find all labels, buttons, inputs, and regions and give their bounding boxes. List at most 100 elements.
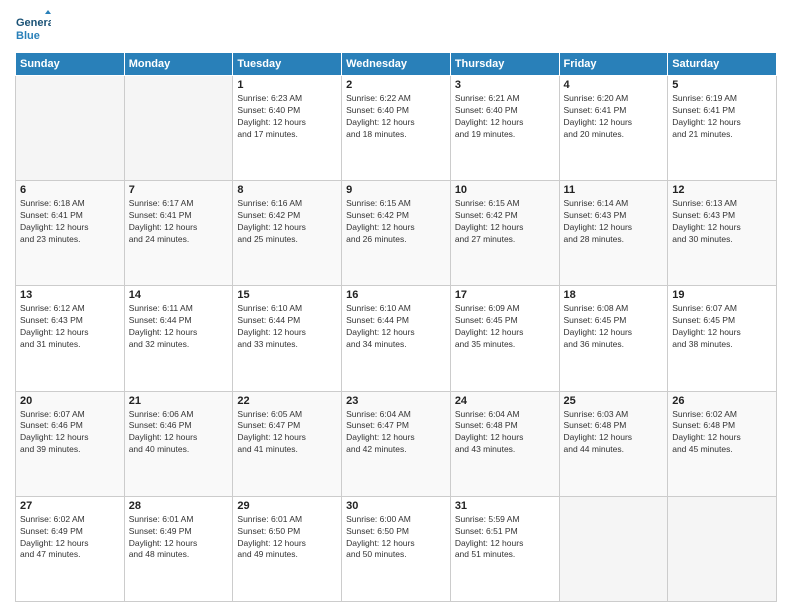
day-number: 20 bbox=[20, 395, 120, 407]
calendar-cell: 11 Sunrise: 6:14 AM Sunset: 6:43 PM Dayli… bbox=[559, 181, 668, 286]
calendar-cell: 9 Sunrise: 6:15 AM Sunset: 6:42 PM Daylig… bbox=[342, 181, 451, 286]
day-info: Sunrise: 6:23 AM Sunset: 6:40 PM Dayligh… bbox=[237, 93, 337, 141]
day-info: Sunrise: 6:18 AM Sunset: 6:41 PM Dayligh… bbox=[20, 198, 120, 246]
calendar-cell: 6 Sunrise: 6:18 AM Sunset: 6:41 PM Daylig… bbox=[16, 181, 125, 286]
day-info: Sunrise: 6:12 AM Sunset: 6:43 PM Dayligh… bbox=[20, 303, 120, 351]
day-number: 7 bbox=[129, 184, 229, 196]
calendar-cell bbox=[124, 76, 233, 181]
day-number: 22 bbox=[237, 395, 337, 407]
logo: General Blue bbox=[15, 10, 51, 46]
day-header-wednesday: Wednesday bbox=[342, 53, 451, 76]
calendar-cell: 20Sunrise: 6:07 AM Sunset: 6:46 PM Dayli… bbox=[16, 391, 125, 496]
day-header-tuesday: Tuesday bbox=[233, 53, 342, 76]
day-info: Sunrise: 6:10 AM Sunset: 6:44 PM Dayligh… bbox=[346, 303, 446, 351]
day-number: 15 bbox=[237, 289, 337, 301]
logo-svg: General Blue bbox=[15, 10, 51, 46]
calendar-cell: 24Sunrise: 6:04 AM Sunset: 6:48 PM Dayli… bbox=[450, 391, 559, 496]
day-info: Sunrise: 6:15 AM Sunset: 6:42 PM Dayligh… bbox=[346, 198, 446, 246]
calendar-cell: 25Sunrise: 6:03 AM Sunset: 6:48 PM Dayli… bbox=[559, 391, 668, 496]
day-info: Sunrise: 6:04 AM Sunset: 6:48 PM Dayligh… bbox=[455, 409, 555, 457]
day-number: 28 bbox=[129, 500, 229, 512]
day-info: Sunrise: 6:06 AM Sunset: 6:46 PM Dayligh… bbox=[129, 409, 229, 457]
calendar-cell: 15Sunrise: 6:10 AM Sunset: 6:44 PM Dayli… bbox=[233, 286, 342, 391]
day-number: 25 bbox=[564, 395, 664, 407]
calendar-cell: 28 Sunrise: 6:01 AM Sunset: 6:49 PM Dayli… bbox=[124, 496, 233, 601]
day-header-saturday: Saturday bbox=[668, 53, 777, 76]
day-info: Sunrise: 6:11 AM Sunset: 6:44 PM Dayligh… bbox=[129, 303, 229, 351]
day-info: Sunrise: 6:17 AM Sunset: 6:41 PM Dayligh… bbox=[129, 198, 229, 246]
day-number: 31 bbox=[455, 500, 555, 512]
calendar-cell bbox=[559, 496, 668, 601]
day-number: 8 bbox=[237, 184, 337, 196]
calendar-cell: 19Sunrise: 6:07 AM Sunset: 6:45 PM Dayli… bbox=[668, 286, 777, 391]
calendar-cell: 16Sunrise: 6:10 AM Sunset: 6:44 PM Dayli… bbox=[342, 286, 451, 391]
calendar-cell: 3 Sunrise: 6:21 AM Sunset: 6:40 PM Daylig… bbox=[450, 76, 559, 181]
day-number: 21 bbox=[129, 395, 229, 407]
day-info: Sunrise: 6:22 AM Sunset: 6:40 PM Dayligh… bbox=[346, 93, 446, 141]
calendar-cell: 22 Sunrise: 6:05 AM Sunset: 6:47 PM Dayli… bbox=[233, 391, 342, 496]
calendar-table: SundayMondayTuesdayWednesdayThursdayFrid… bbox=[15, 52, 777, 602]
day-number: 12 bbox=[672, 184, 772, 196]
day-number: 30 bbox=[346, 500, 446, 512]
calendar-cell: 21 Sunrise: 6:06 AM Sunset: 6:46 PM Dayli… bbox=[124, 391, 233, 496]
calendar-cell: 10 Sunrise: 6:15 AM Sunset: 6:42 PM Dayli… bbox=[450, 181, 559, 286]
day-header-friday: Friday bbox=[559, 53, 668, 76]
day-header-thursday: Thursday bbox=[450, 53, 559, 76]
calendar-cell: 23 Sunrise: 6:04 AM Sunset: 6:47 PM Dayli… bbox=[342, 391, 451, 496]
day-info: Sunrise: 6:08 AM Sunset: 6:45 PM Dayligh… bbox=[564, 303, 664, 351]
calendar-week-2: 6 Sunrise: 6:18 AM Sunset: 6:41 PM Daylig… bbox=[16, 181, 777, 286]
day-number: 6 bbox=[20, 184, 120, 196]
day-info: Sunrise: 6:02 AM Sunset: 6:48 PM Dayligh… bbox=[672, 409, 772, 457]
calendar-cell bbox=[668, 496, 777, 601]
calendar-cell: 12 Sunrise: 6:13 AM Sunset: 6:43 PM Dayli… bbox=[668, 181, 777, 286]
calendar-cell: 8 Sunrise: 6:16 AM Sunset: 6:42 PM Daylig… bbox=[233, 181, 342, 286]
day-number: 29 bbox=[237, 500, 337, 512]
day-number: 14 bbox=[129, 289, 229, 301]
day-number: 9 bbox=[346, 184, 446, 196]
calendar-cell: 5Sunrise: 6:19 AM Sunset: 6:41 PM Daylig… bbox=[668, 76, 777, 181]
svg-text:Blue: Blue bbox=[16, 30, 40, 42]
day-number: 10 bbox=[455, 184, 555, 196]
calendar-week-5: 27 Sunrise: 6:02 AM Sunset: 6:49 PM Dayli… bbox=[16, 496, 777, 601]
day-info: Sunrise: 6:19 AM Sunset: 6:41 PM Dayligh… bbox=[672, 93, 772, 141]
day-header-monday: Monday bbox=[124, 53, 233, 76]
calendar-cell: 29 Sunrise: 6:01 AM Sunset: 6:50 PM Dayli… bbox=[233, 496, 342, 601]
day-number: 26 bbox=[672, 395, 772, 407]
calendar-cell: 1Sunrise: 6:23 AM Sunset: 6:40 PM Daylig… bbox=[233, 76, 342, 181]
svg-text:General: General bbox=[16, 17, 51, 29]
day-number: 3 bbox=[455, 79, 555, 91]
day-number: 2 bbox=[346, 79, 446, 91]
day-info: Sunrise: 6:02 AM Sunset: 6:49 PM Dayligh… bbox=[20, 514, 120, 562]
day-info: Sunrise: 6:09 AM Sunset: 6:45 PM Dayligh… bbox=[455, 303, 555, 351]
day-number: 27 bbox=[20, 500, 120, 512]
day-info: Sunrise: 6:13 AM Sunset: 6:43 PM Dayligh… bbox=[672, 198, 772, 246]
calendar-cell: 26 Sunrise: 6:02 AM Sunset: 6:48 PM Dayli… bbox=[668, 391, 777, 496]
calendar-cell: 7 Sunrise: 6:17 AM Sunset: 6:41 PM Daylig… bbox=[124, 181, 233, 286]
day-number: 19 bbox=[672, 289, 772, 301]
calendar-week-4: 20Sunrise: 6:07 AM Sunset: 6:46 PM Dayli… bbox=[16, 391, 777, 496]
calendar-cell: 17 Sunrise: 6:09 AM Sunset: 6:45 PM Dayli… bbox=[450, 286, 559, 391]
calendar-cell: 31 Sunrise: 5:59 AM Sunset: 6:51 PM Dayli… bbox=[450, 496, 559, 601]
day-info: Sunrise: 6:14 AM Sunset: 6:43 PM Dayligh… bbox=[564, 198, 664, 246]
day-number: 17 bbox=[455, 289, 555, 301]
page: General Blue SundayMondayTuesdayWednesda… bbox=[0, 0, 792, 612]
calendar-cell: 4Sunrise: 6:20 AM Sunset: 6:41 PM Daylig… bbox=[559, 76, 668, 181]
day-info: Sunrise: 5:59 AM Sunset: 6:51 PM Dayligh… bbox=[455, 514, 555, 562]
day-info: Sunrise: 6:04 AM Sunset: 6:47 PM Dayligh… bbox=[346, 409, 446, 457]
day-number: 23 bbox=[346, 395, 446, 407]
header: General Blue bbox=[15, 10, 777, 46]
day-number: 11 bbox=[564, 184, 664, 196]
calendar-cell: 2 Sunrise: 6:22 AM Sunset: 6:40 PM Daylig… bbox=[342, 76, 451, 181]
day-info: Sunrise: 6:01 AM Sunset: 6:50 PM Dayligh… bbox=[237, 514, 337, 562]
day-info: Sunrise: 6:05 AM Sunset: 6:47 PM Dayligh… bbox=[237, 409, 337, 457]
calendar-cell: 27 Sunrise: 6:02 AM Sunset: 6:49 PM Dayli… bbox=[16, 496, 125, 601]
day-info: Sunrise: 6:00 AM Sunset: 6:50 PM Dayligh… bbox=[346, 514, 446, 562]
calendar-cell: 30 Sunrise: 6:00 AM Sunset: 6:50 PM Dayli… bbox=[342, 496, 451, 601]
day-info: Sunrise: 6:16 AM Sunset: 6:42 PM Dayligh… bbox=[237, 198, 337, 246]
day-number: 13 bbox=[20, 289, 120, 301]
calendar-week-3: 13 Sunrise: 6:12 AM Sunset: 6:43 PM Dayli… bbox=[16, 286, 777, 391]
day-info: Sunrise: 6:01 AM Sunset: 6:49 PM Dayligh… bbox=[129, 514, 229, 562]
day-info: Sunrise: 6:20 AM Sunset: 6:41 PM Dayligh… bbox=[564, 93, 664, 141]
day-info: Sunrise: 6:21 AM Sunset: 6:40 PM Dayligh… bbox=[455, 93, 555, 141]
day-info: Sunrise: 6:15 AM Sunset: 6:42 PM Dayligh… bbox=[455, 198, 555, 246]
